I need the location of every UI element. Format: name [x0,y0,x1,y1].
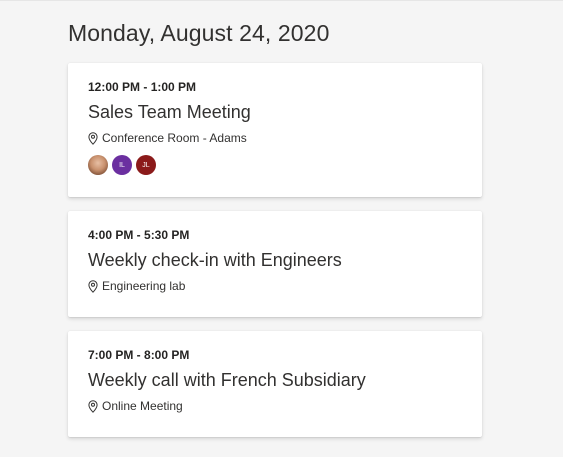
event-title[interactable]: Weekly call with French Subsidiary [88,370,366,391]
event-location: Conference Room - Adams [88,131,247,145]
avatar[interactable]: JL [136,155,156,175]
event-location: Engineering lab [88,279,185,293]
event-time: 7:00 PM - 8:00 PM [88,348,190,362]
map-pin-icon [88,399,98,413]
event-card-sales-team-meeting[interactable]: 12:00 PM - 1:00 PM Sales Team Meeting Co… [68,63,482,197]
map-pin-icon [88,131,98,145]
map-pin-icon [88,279,98,293]
event-time: 12:00 PM - 1:00 PM [88,80,197,94]
event-title[interactable]: Sales Team Meeting [88,102,251,123]
event-location: Online Meeting [88,399,183,413]
day-heading: Monday, August 24, 2020 [68,20,330,46]
event-title[interactable]: Weekly check-in with Engineers [88,250,342,271]
event-location-label: Online Meeting [102,399,183,413]
avatar[interactable] [88,155,108,175]
top-divider [0,0,563,1]
attendee-list: IL JL [88,155,160,175]
event-location-label: Engineering lab [102,279,186,293]
event-time: 4:00 PM - 5:30 PM [88,228,190,242]
avatar[interactable]: IL [112,155,132,175]
event-card-french-subsidiary[interactable]: 7:00 PM - 8:00 PM Weekly call with Frenc… [68,331,482,437]
event-location-label: Conference Room - Adams [102,131,247,145]
event-card-weekly-check-in[interactable]: 4:00 PM - 5:30 PM Weekly check-in with E… [68,211,482,317]
